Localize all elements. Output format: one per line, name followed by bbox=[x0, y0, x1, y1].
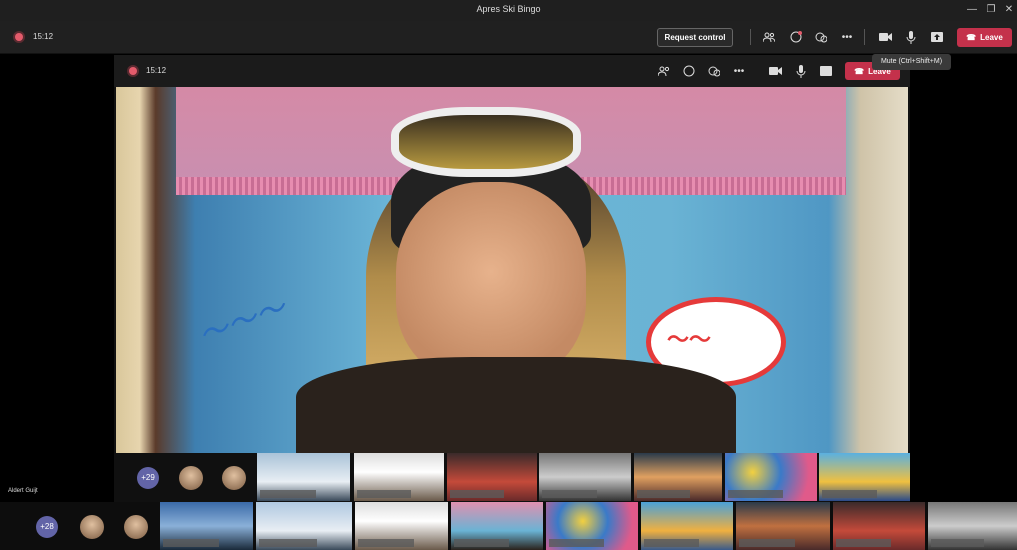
participant-tile[interactable] bbox=[546, 502, 638, 550]
tile-name bbox=[739, 539, 796, 547]
participant-tile[interactable] bbox=[256, 502, 352, 550]
phone-hangup-icon: ☎ bbox=[966, 33, 977, 42]
divider bbox=[864, 29, 865, 45]
tile-name bbox=[549, 539, 605, 547]
participant-tile[interactable] bbox=[539, 453, 631, 501]
participant-tile[interactable] bbox=[641, 502, 733, 550]
tile-name bbox=[931, 539, 985, 547]
window-title: Apres Ski Bingo bbox=[476, 4, 541, 14]
participant-video: ～～～ ～～ bbox=[116, 87, 908, 453]
tile-name bbox=[259, 539, 317, 547]
people-icon[interactable] bbox=[762, 30, 776, 44]
avatar[interactable] bbox=[179, 466, 203, 490]
tile-name bbox=[637, 490, 690, 498]
participant-tile[interactable] bbox=[833, 502, 925, 550]
meeting-timer: 15:12 bbox=[33, 32, 54, 41]
jacket bbox=[296, 357, 736, 453]
title-bar: Apres Ski Bingo — ❐ ✕ bbox=[0, 0, 1017, 21]
overflow-badge[interactable]: +29 bbox=[137, 467, 159, 489]
overflow-badge[interactable]: +28 bbox=[36, 516, 58, 538]
participant-tile[interactable] bbox=[451, 502, 543, 550]
chat-icon[interactable] bbox=[789, 30, 803, 44]
shared-timer: 15:12 bbox=[146, 66, 167, 75]
divider bbox=[750, 29, 751, 45]
local-participant-name: Aldert Guijt bbox=[8, 488, 38, 494]
avatar[interactable] bbox=[222, 466, 246, 490]
meeting-toolbar: 15:12 Request control ••• ☎ Leave bbox=[0, 21, 1017, 54]
recording-icon bbox=[15, 33, 23, 41]
tile-name bbox=[163, 539, 219, 547]
share-icon bbox=[819, 64, 833, 78]
mic-icon[interactable] bbox=[904, 30, 918, 44]
face bbox=[396, 182, 586, 382]
tile-name bbox=[542, 490, 598, 498]
tile-name bbox=[358, 539, 414, 547]
participant-strip-1: +29 bbox=[114, 453, 910, 502]
tile-name bbox=[357, 490, 411, 498]
participant-strip-2: +28 bbox=[0, 502, 1017, 550]
tile-name bbox=[822, 490, 877, 498]
participant-tile[interactable] bbox=[819, 453, 910, 501]
chat-icon bbox=[682, 64, 696, 78]
close-icon[interactable]: ✕ bbox=[1001, 2, 1017, 18]
restore-icon[interactable]: ❐ bbox=[983, 2, 999, 18]
camera-icon[interactable] bbox=[878, 30, 892, 44]
participant-tile[interactable] bbox=[160, 502, 253, 550]
bag-lettering: ～～～ bbox=[193, 290, 291, 355]
participant-tile[interactable] bbox=[355, 502, 448, 550]
avatar[interactable] bbox=[124, 515, 148, 539]
participant-tile[interactable] bbox=[257, 453, 350, 501]
tile-name bbox=[836, 539, 892, 547]
mute-tooltip: Mute (Ctrl+Shift+M) bbox=[872, 54, 951, 70]
participant-tile[interactable] bbox=[634, 453, 722, 501]
tile-name bbox=[728, 490, 784, 498]
camera-icon bbox=[768, 64, 782, 78]
tile-name bbox=[260, 490, 316, 498]
participant-tile[interactable] bbox=[354, 453, 444, 501]
tile-name bbox=[644, 539, 700, 547]
participant-tile[interactable] bbox=[725, 453, 817, 501]
more-icon: ••• bbox=[733, 65, 745, 77]
ski-goggles bbox=[391, 107, 581, 177]
reactions-icon[interactable] bbox=[814, 30, 828, 44]
leave-label: Leave bbox=[980, 33, 1003, 42]
recording-icon bbox=[129, 67, 137, 75]
avatar[interactable] bbox=[80, 515, 104, 539]
participant-tile[interactable] bbox=[736, 502, 830, 550]
more-icon[interactable]: ••• bbox=[840, 30, 854, 44]
reactions-icon bbox=[707, 64, 721, 78]
mic-icon bbox=[794, 64, 808, 78]
minimize-icon[interactable]: — bbox=[964, 2, 980, 18]
share-icon[interactable] bbox=[930, 30, 944, 44]
shared-toolbar: 15:12 ••• ☎ Leave bbox=[114, 55, 910, 87]
tile-name bbox=[454, 539, 510, 547]
shared-screen: 15:12 ••• ☎ Leave ～～～ ～～ bbox=[114, 55, 910, 453]
participant-tile[interactable] bbox=[447, 453, 537, 501]
leave-button[interactable]: ☎ Leave bbox=[957, 28, 1012, 47]
tile-name bbox=[450, 490, 504, 498]
participant-tile[interactable] bbox=[928, 502, 1017, 550]
request-control-button[interactable]: Request control bbox=[657, 28, 733, 47]
people-icon bbox=[657, 64, 671, 78]
phone-hangup-icon: ☎ bbox=[854, 66, 865, 76]
